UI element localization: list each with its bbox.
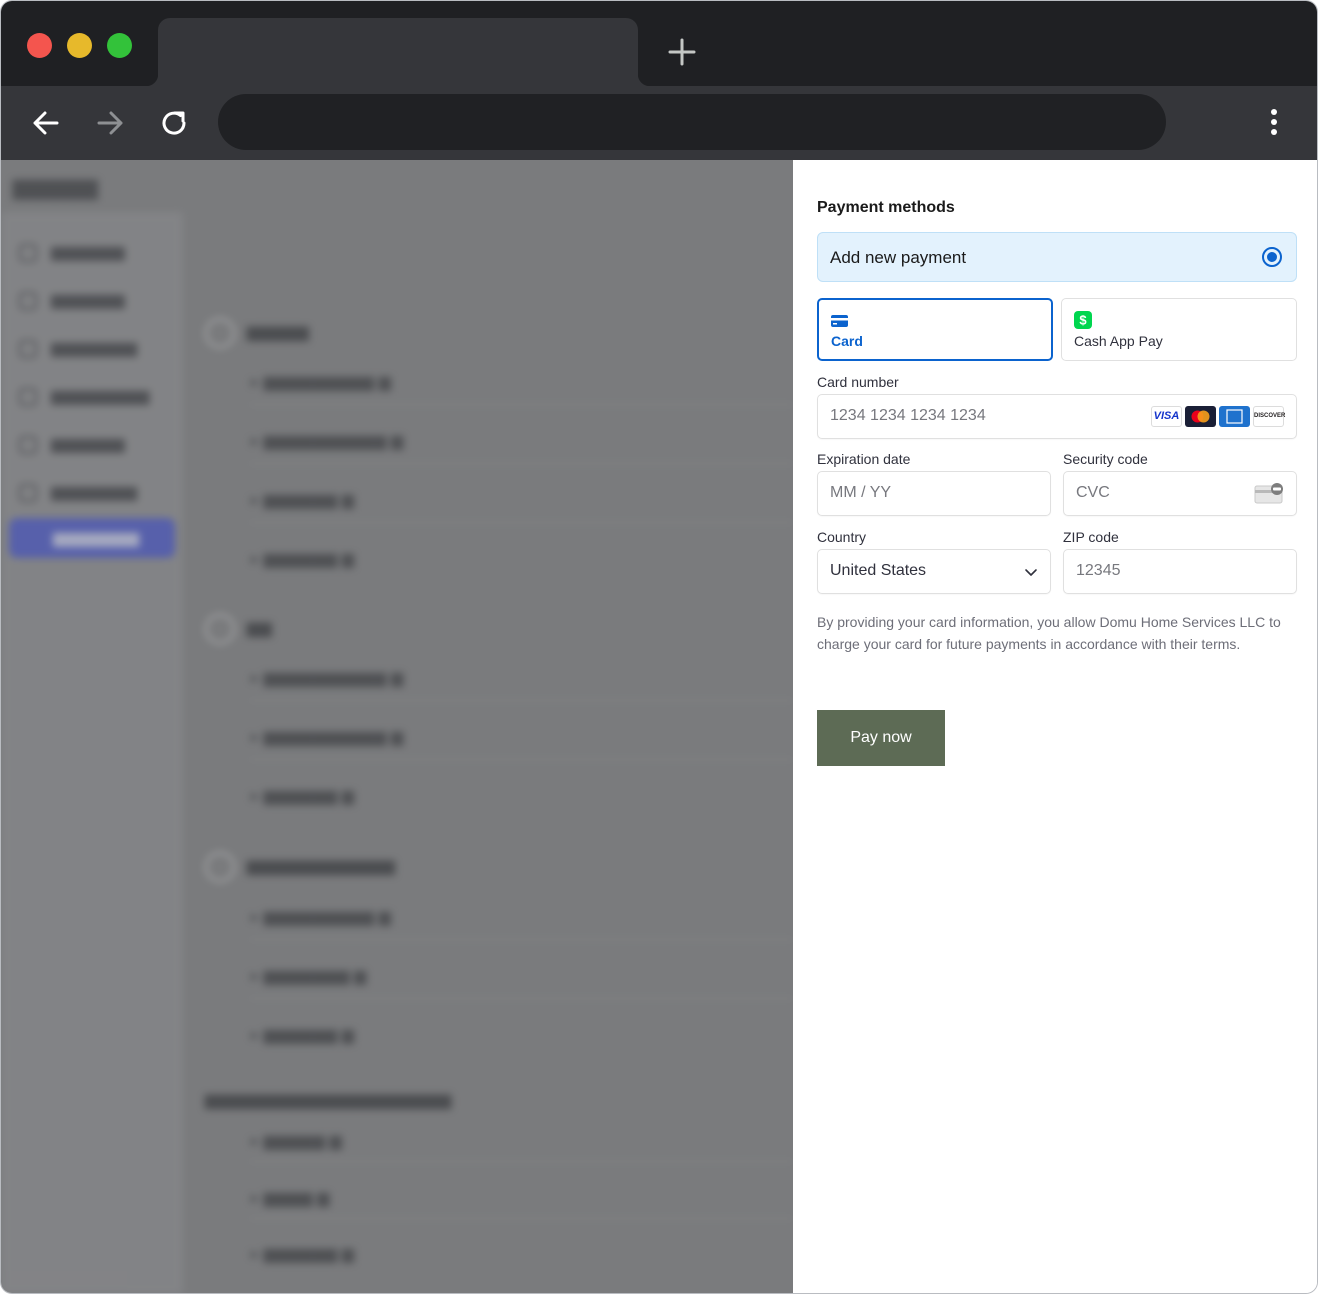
list-item: ▸ ▆▆▆▆▆▆▆ ▆ xyxy=(251,968,367,985)
browser-toolbar xyxy=(1,86,1317,160)
tab-cash-app-pay-label: Cash App Pay xyxy=(1074,333,1163,349)
zip-code-placeholder: 12345 xyxy=(1076,562,1121,579)
mastercard-icon xyxy=(1185,406,1216,427)
expiration-date-label: Expiration date xyxy=(817,451,911,467)
arrow-right-icon[interactable] xyxy=(91,104,129,142)
chevron-down-icon xyxy=(1025,569,1037,576)
sidebar-item-active-blurred: ▆▆▆▆▆▆▆ xyxy=(9,518,175,558)
maximize-window-button[interactable] xyxy=(107,33,132,58)
card-brand-logos: VISA DISCOVER xyxy=(1151,406,1285,428)
list-item: ▸ ▆▆▆▆ ▆ xyxy=(251,1190,330,1207)
add-new-payment-radio[interactable] xyxy=(1262,247,1282,267)
legal-disclaimer: By providing your card information, you … xyxy=(817,614,1281,652)
list-item: ▸ ▆▆▆▆▆▆▆▆▆▆ ▆ xyxy=(251,670,404,687)
tab-cash-app-pay[interactable]: $ Cash App Pay xyxy=(1061,298,1297,361)
discover-icon: DISCOVER xyxy=(1253,406,1285,427)
modal-backdrop-overlay[interactable]: ▆▆▆▆▆ ▆▆▆▆▆▆ ▆▆▆▆▆▆ ▆▆▆▆▆▆▆ ▆▆▆▆▆▆▆▆ ▆▆▆… xyxy=(1,160,793,1293)
expiration-placeholder: MM / YY xyxy=(830,484,892,501)
list-item: ▸ ▆▆▆▆▆▆ ▆ xyxy=(251,492,355,509)
country-selected-value: United States xyxy=(830,562,927,579)
list-item: ▸ ▆▆▆▆▆▆▆▆▆▆ ▆ xyxy=(251,433,404,450)
cvc-card-icon xyxy=(1254,483,1283,504)
pay-now-button[interactable]: Pay now xyxy=(817,710,945,766)
country-select[interactable]: United States xyxy=(817,549,1051,594)
sidebar-item-blurred: ▆▆▆▆▆▆ xyxy=(19,290,125,314)
zip-code-label: ZIP code xyxy=(1063,529,1119,545)
list-item: ▸ ▆▆▆▆▆▆ ▆ xyxy=(251,1246,355,1263)
card-number-input[interactable]: 1234 1234 1234 1234 VISA DISCOVER xyxy=(817,394,1297,439)
payment-methods-title: Payment methods xyxy=(817,199,955,216)
list-item: ▸ ▆▆▆▆▆▆ ▆ xyxy=(251,788,355,805)
app-logo: ▆▆▆▆▆ xyxy=(13,174,98,199)
tab-card[interactable]: Card xyxy=(817,298,1053,361)
blurred-background-app: ▆▆▆▆▆ ▆▆▆▆▆▆ ▆▆▆▆▆▆ ▆▆▆▆▆▆▆ ▆▆▆▆▆▆▆▆ ▆▆▆… xyxy=(1,160,793,1293)
more-vertical-icon[interactable] xyxy=(1259,106,1289,140)
security-code-placeholder: CVC xyxy=(1076,484,1110,501)
sidebar-item-blurred: ▆▆▆▆▆▆▆ xyxy=(19,338,137,362)
group-header-blurred: ▆▆ xyxy=(205,614,272,644)
browser-tab-active[interactable] xyxy=(146,18,650,86)
group-header-blurred: ▆▆▆▆▆ xyxy=(205,318,309,348)
zip-code-input[interactable]: 12345 xyxy=(1063,549,1297,594)
security-code-input[interactable]: CVC xyxy=(1063,471,1297,516)
amex-icon xyxy=(1219,406,1250,427)
minimize-window-button[interactable] xyxy=(67,33,92,58)
close-window-button[interactable] xyxy=(27,33,52,58)
tab-card-label: Card xyxy=(831,333,863,349)
payment-panel: Payment methods Add new payment Card $ C… xyxy=(793,160,1317,1293)
card-number-label: Card number xyxy=(817,374,899,390)
sidebar-item-blurred: ▆▆▆▆▆▆ xyxy=(19,242,125,266)
sidebar-item-blurred: ▆▆▆▆▆▆ xyxy=(19,434,125,458)
list-item: ▸ ▆▆▆▆▆▆▆▆▆▆ ▆ xyxy=(251,729,404,746)
list-item: ▸ ▆▆▆▆▆▆▆▆▆ ▆ xyxy=(251,374,391,391)
list-item: ▸ ▆▆▆▆▆▆ ▆ xyxy=(251,1027,355,1044)
list-item: ▸ ▆▆▆▆▆▆ ▆ xyxy=(251,551,355,568)
add-new-payment-label: Add new payment xyxy=(830,248,967,267)
expiration-date-input[interactable]: MM / YY xyxy=(817,471,1051,516)
browser-titlebar xyxy=(1,1,1317,86)
arrow-left-icon[interactable] xyxy=(27,104,65,142)
sidebar-item-blurred: ▆▆▆▆▆▆▆ xyxy=(19,482,137,506)
group-header-blurred: ▆▆▆▆▆▆▆▆▆▆▆▆ xyxy=(205,852,395,882)
cash-app-icon: $ xyxy=(1074,311,1092,329)
credit-card-icon xyxy=(831,315,848,327)
list-item: ▸ ▆▆▆▆▆▆▆▆▆ ▆ xyxy=(251,909,391,926)
security-code-label: Security code xyxy=(1063,451,1148,467)
address-bar[interactable] xyxy=(218,94,1166,150)
visa-icon: VISA xyxy=(1151,406,1182,427)
card-number-placeholder: 1234 1234 1234 1234 xyxy=(830,407,986,424)
svg-text:$: $ xyxy=(1079,313,1087,328)
add-new-payment-option[interactable]: Add new payment xyxy=(817,232,1297,282)
sidebar-item-blurred: ▆▆▆▆▆▆▆▆ xyxy=(19,386,149,410)
reload-icon[interactable] xyxy=(155,104,193,142)
list-item: ▸ ▆▆▆▆▆ ▆ xyxy=(251,1133,342,1150)
browser-window: ▆▆▆▆▆ ▆▆▆▆▆▆ ▆▆▆▆▆▆ ▆▆▆▆▆▆▆ ▆▆▆▆▆▆▆▆ ▆▆▆… xyxy=(0,0,1318,1294)
page-content: ▆▆▆▆▆ ▆▆▆▆▆▆ ▆▆▆▆▆▆ ▆▆▆▆▆▆▆ ▆▆▆▆▆▆▆▆ ▆▆▆… xyxy=(1,160,1317,1293)
app-sidebar: ▆▆▆▆▆▆ ▆▆▆▆▆▆ ▆▆▆▆▆▆▆ ▆▆▆▆▆▆▆▆ ▆▆▆▆▆▆ ▆▆… xyxy=(1,212,183,1293)
country-label: Country xyxy=(817,529,867,545)
plus-icon[interactable] xyxy=(665,35,699,69)
group-header-blurred: ▆▆▆▆▆▆▆▆▆▆▆▆▆▆▆▆▆▆▆▆ xyxy=(205,1092,452,1109)
